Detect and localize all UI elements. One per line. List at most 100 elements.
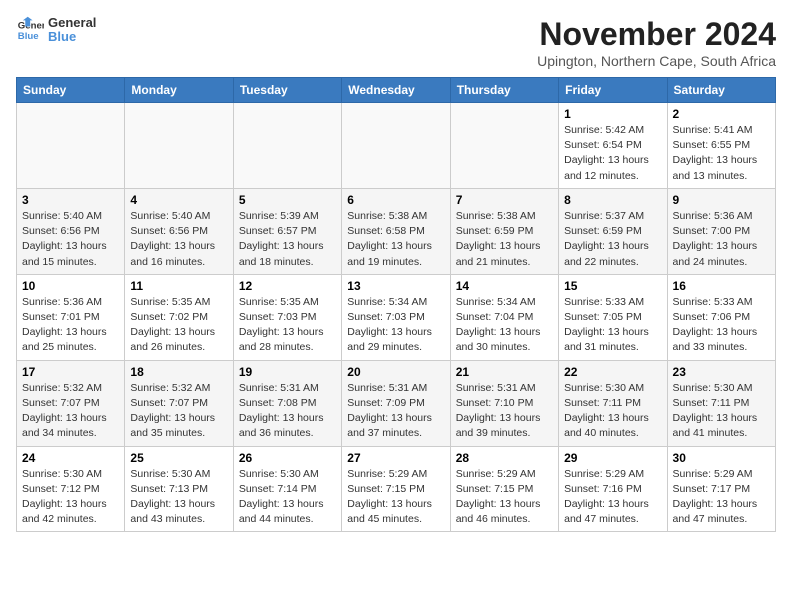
day-info: Sunrise: 5:29 AMSunset: 7:15 PMDaylight:… xyxy=(347,467,444,528)
day-info: Sunrise: 5:36 AMSunset: 7:00 PMDaylight:… xyxy=(673,209,770,270)
logo: General Blue General Blue xyxy=(16,16,96,45)
calendar-cell: 28Sunrise: 5:29 AMSunset: 7:15 PMDayligh… xyxy=(450,446,558,532)
calendar-cell xyxy=(233,103,341,189)
month-year: November 2024 xyxy=(537,16,776,53)
day-info: Sunrise: 5:31 AMSunset: 7:09 PMDaylight:… xyxy=(347,381,444,442)
day-info: Sunrise: 5:35 AMSunset: 7:03 PMDaylight:… xyxy=(239,295,336,356)
day-info: Sunrise: 5:30 AMSunset: 7:14 PMDaylight:… xyxy=(239,467,336,528)
day-info: Sunrise: 5:34 AMSunset: 7:04 PMDaylight:… xyxy=(456,295,553,356)
day-number: 4 xyxy=(130,193,227,207)
day-header-saturday: Saturday xyxy=(667,78,775,103)
calendar-cell: 25 Sunrise: 5:30 AMSunset: 7:13 PMDayligh… xyxy=(125,446,233,532)
day-number: 28 xyxy=(456,451,553,465)
svg-text:General: General xyxy=(18,21,44,32)
day-number: 21 xyxy=(456,365,553,379)
day-number: 11 xyxy=(130,279,227,293)
day-number: 27 xyxy=(347,451,444,465)
calendar-cell: 26 Sunrise: 5:30 AMSunset: 7:14 PMDayligh… xyxy=(233,446,341,532)
day-header-monday: Monday xyxy=(125,78,233,103)
day-number: 10 xyxy=(22,279,119,293)
day-info: Sunrise: 5:35 AMSunset: 7:02 PMDaylight:… xyxy=(130,295,227,356)
day-info: Sunrise: 5:30 AMSunset: 7:11 PMDaylight:… xyxy=(673,381,770,442)
day-info: Sunrise: 5:30 AMSunset: 7:13 PMDaylight:… xyxy=(130,467,227,528)
calendar-week-row: 1Sunrise: 5:42 AMSunset: 6:54 PMDaylight… xyxy=(17,103,776,189)
calendar-cell: 24Sunrise: 5:30 AMSunset: 7:12 PMDayligh… xyxy=(17,446,125,532)
day-info: Sunrise: 5:36 AMSunset: 7:01 PMDaylight:… xyxy=(22,295,119,356)
calendar-cell: 20 Sunrise: 5:31 AMSunset: 7:09 PMDayligh… xyxy=(342,360,450,446)
logo-line2: Blue xyxy=(48,30,96,44)
day-info: Sunrise: 5:41 AMSunset: 6:55 PMDaylight:… xyxy=(673,123,770,184)
calendar-cell: 3 Sunrise: 5:40 AMSunset: 6:56 PMDaylight… xyxy=(17,188,125,274)
day-number: 3 xyxy=(22,193,119,207)
day-info: Sunrise: 5:38 AMSunset: 6:58 PMDaylight:… xyxy=(347,209,444,270)
calendar-cell: 16 Sunrise: 5:33 AMSunset: 7:06 PMDayligh… xyxy=(667,274,775,360)
day-number: 14 xyxy=(456,279,553,293)
calendar-cell: 29Sunrise: 5:29 AMSunset: 7:16 PMDayligh… xyxy=(559,446,667,532)
day-header-friday: Friday xyxy=(559,78,667,103)
day-info: Sunrise: 5:32 AMSunset: 7:07 PMDaylight:… xyxy=(22,381,119,442)
page-header: General Blue General Blue November 2024 … xyxy=(16,16,776,69)
calendar-cell: 14 Sunrise: 5:34 AMSunset: 7:04 PMDayligh… xyxy=(450,274,558,360)
calendar-week-row: 3 Sunrise: 5:40 AMSunset: 6:56 PMDaylight… xyxy=(17,188,776,274)
logo-line1: General xyxy=(48,16,96,30)
day-number: 23 xyxy=(673,365,770,379)
day-number: 22 xyxy=(564,365,661,379)
calendar-cell xyxy=(450,103,558,189)
day-info: Sunrise: 5:38 AMSunset: 6:59 PMDaylight:… xyxy=(456,209,553,270)
calendar-cell: 18 Sunrise: 5:32 AMSunset: 7:07 PMDayligh… xyxy=(125,360,233,446)
day-info: Sunrise: 5:39 AMSunset: 6:57 PMDaylight:… xyxy=(239,209,336,270)
day-info: Sunrise: 5:32 AMSunset: 7:07 PMDaylight:… xyxy=(130,381,227,442)
day-number: 18 xyxy=(130,365,227,379)
calendar-cell: 27 Sunrise: 5:29 AMSunset: 7:15 PMDayligh… xyxy=(342,446,450,532)
calendar-cell: 7 Sunrise: 5:38 AMSunset: 6:59 PMDaylight… xyxy=(450,188,558,274)
calendar-week-row: 17Sunrise: 5:32 AMSunset: 7:07 PMDayligh… xyxy=(17,360,776,446)
calendar-cell: 5Sunrise: 5:39 AMSunset: 6:57 PMDaylight… xyxy=(233,188,341,274)
location: Upington, Northern Cape, South Africa xyxy=(537,53,776,69)
calendar-cell: 9 Sunrise: 5:36 AMSunset: 7:00 PMDaylight… xyxy=(667,188,775,274)
day-number: 7 xyxy=(456,193,553,207)
day-info: Sunrise: 5:40 AMSunset: 6:56 PMDaylight:… xyxy=(22,209,119,270)
day-number: 12 xyxy=(239,279,336,293)
day-info: Sunrise: 5:33 AMSunset: 7:06 PMDaylight:… xyxy=(673,295,770,356)
day-number: 1 xyxy=(564,107,661,121)
logo-icon: General Blue xyxy=(16,16,44,44)
day-header-tuesday: Tuesday xyxy=(233,78,341,103)
calendar-cell: 1Sunrise: 5:42 AMSunset: 6:54 PMDaylight… xyxy=(559,103,667,189)
calendar-cell xyxy=(17,103,125,189)
calendar-cell: 2 Sunrise: 5:41 AMSunset: 6:55 PMDaylight… xyxy=(667,103,775,189)
day-header-thursday: Thursday xyxy=(450,78,558,103)
day-number: 19 xyxy=(239,365,336,379)
day-number: 25 xyxy=(130,451,227,465)
calendar-week-row: 24Sunrise: 5:30 AMSunset: 7:12 PMDayligh… xyxy=(17,446,776,532)
calendar-cell: 6Sunrise: 5:38 AMSunset: 6:58 PMDaylight… xyxy=(342,188,450,274)
day-number: 26 xyxy=(239,451,336,465)
day-number: 16 xyxy=(673,279,770,293)
calendar-week-row: 10 Sunrise: 5:36 AMSunset: 7:01 PMDayligh… xyxy=(17,274,776,360)
calendar-cell: 21 Sunrise: 5:31 AMSunset: 7:10 PMDayligh… xyxy=(450,360,558,446)
day-info: Sunrise: 5:31 AMSunset: 7:08 PMDaylight:… xyxy=(239,381,336,442)
day-info: Sunrise: 5:31 AMSunset: 7:10 PMDaylight:… xyxy=(456,381,553,442)
title-area: November 2024 Upington, Northern Cape, S… xyxy=(537,16,776,69)
calendar-cell: 15Sunrise: 5:33 AMSunset: 7:05 PMDayligh… xyxy=(559,274,667,360)
day-number: 13 xyxy=(347,279,444,293)
day-info: Sunrise: 5:37 AMSunset: 6:59 PMDaylight:… xyxy=(564,209,661,270)
day-number: 24 xyxy=(22,451,119,465)
day-info: Sunrise: 5:29 AMSunset: 7:16 PMDaylight:… xyxy=(564,467,661,528)
day-number: 2 xyxy=(673,107,770,121)
day-number: 30 xyxy=(673,451,770,465)
day-number: 9 xyxy=(673,193,770,207)
calendar-cell xyxy=(342,103,450,189)
calendar-cell: 11 Sunrise: 5:35 AMSunset: 7:02 PMDayligh… xyxy=(125,274,233,360)
calendar-header-row: SundayMondayTuesdayWednesdayThursdayFrid… xyxy=(17,78,776,103)
calendar-cell: 10 Sunrise: 5:36 AMSunset: 7:01 PMDayligh… xyxy=(17,274,125,360)
calendar-cell: 13 Sunrise: 5:34 AMSunset: 7:03 PMDayligh… xyxy=(342,274,450,360)
calendar-cell: 22Sunrise: 5:30 AMSunset: 7:11 PMDayligh… xyxy=(559,360,667,446)
calendar-cell: 12 Sunrise: 5:35 AMSunset: 7:03 PMDayligh… xyxy=(233,274,341,360)
calendar-cell: 8Sunrise: 5:37 AMSunset: 6:59 PMDaylight… xyxy=(559,188,667,274)
calendar-cell: 23 Sunrise: 5:30 AMSunset: 7:11 PMDayligh… xyxy=(667,360,775,446)
svg-text:Blue: Blue xyxy=(18,31,39,42)
day-info: Sunrise: 5:34 AMSunset: 7:03 PMDaylight:… xyxy=(347,295,444,356)
calendar-cell: 4Sunrise: 5:40 AMSunset: 6:56 PMDaylight… xyxy=(125,188,233,274)
day-number: 20 xyxy=(347,365,444,379)
day-number: 15 xyxy=(564,279,661,293)
